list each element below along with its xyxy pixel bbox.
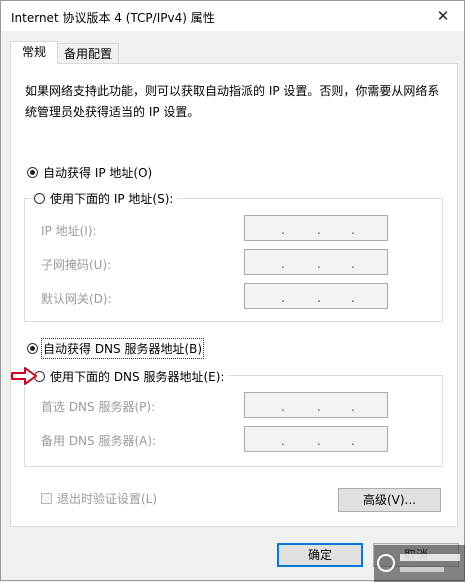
ip-address-label: IP 地址(I): xyxy=(41,224,97,238)
manual-ip-radio[interactable] xyxy=(34,193,45,204)
validate-on-exit-row[interactable]: 退出时验证设置(L) xyxy=(41,490,157,507)
auto-ip-radio-row[interactable]: 自动获得 IP 地址(O) xyxy=(27,164,152,181)
preferred-dns-field[interactable]: ... xyxy=(244,392,388,418)
manual-dns-label: 使用下面的 DNS 服务器地址(E): xyxy=(50,370,225,384)
alternate-dns-field[interactable]: ... xyxy=(244,426,388,452)
manual-ip-radio-row[interactable]: 使用下面的 IP 地址(S): xyxy=(34,190,178,207)
description-text: 如果网络支持此功能，则可以获取自动指派的 IP 设置。否则，你需要从网络系统管理… xyxy=(25,84,440,119)
default-gateway-field[interactable]: ... xyxy=(244,283,388,309)
red-arrow-icon xyxy=(11,367,37,385)
watermark-logo-icon xyxy=(374,545,465,582)
close-icon[interactable]: ✕ xyxy=(430,4,456,28)
ip-address-field[interactable]: ... xyxy=(244,215,388,241)
default-gateway-label: 默认网关(D): xyxy=(41,292,112,306)
subnet-mask-field[interactable]: ... xyxy=(244,249,388,275)
auto-dns-radio-row[interactable]: 自动获得 DNS 服务器地址(B) xyxy=(27,338,205,359)
subnet-mask-label: 子网掩码(U): xyxy=(41,258,112,272)
manual-dns-radio-row[interactable]: 使用下面的 DNS 服务器地址(E): xyxy=(34,368,229,385)
preferred-dns-label: 首选 DNS 服务器(P): xyxy=(41,400,156,414)
auto-ip-radio[interactable] xyxy=(27,167,38,178)
dialog-window: Internet 协议版本 4 (TCP/IPv4) 属性 ✕ 常规 备用配置 … xyxy=(0,0,465,582)
tab-alternate-config[interactable]: 备用配置 xyxy=(57,43,119,64)
auto-dns-label: 自动获得 DNS 服务器地址(B) xyxy=(40,338,205,359)
window-title: Internet 协议版本 4 (TCP/IPv4) 属性 xyxy=(11,11,215,25)
tab-general[interactable]: 常规 xyxy=(10,41,58,64)
dns-settings-group xyxy=(24,375,443,467)
validate-on-exit-checkbox[interactable] xyxy=(41,493,52,504)
alternate-dns-label: 备用 DNS 服务器(A): xyxy=(41,434,157,448)
title-bar: Internet 协议版本 4 (TCP/IPv4) 属性 ✕ xyxy=(1,1,464,31)
auto-ip-label: 自动获得 IP 地址(O) xyxy=(43,166,153,180)
advanced-button[interactable]: 高级(V)... xyxy=(338,488,441,512)
validate-on-exit-label: 退出时验证设置(L) xyxy=(57,492,158,506)
ok-button[interactable]: 确定 xyxy=(277,543,363,567)
manual-ip-label: 使用下面的 IP 地址(S): xyxy=(50,192,174,206)
auto-dns-radio[interactable] xyxy=(27,343,38,354)
